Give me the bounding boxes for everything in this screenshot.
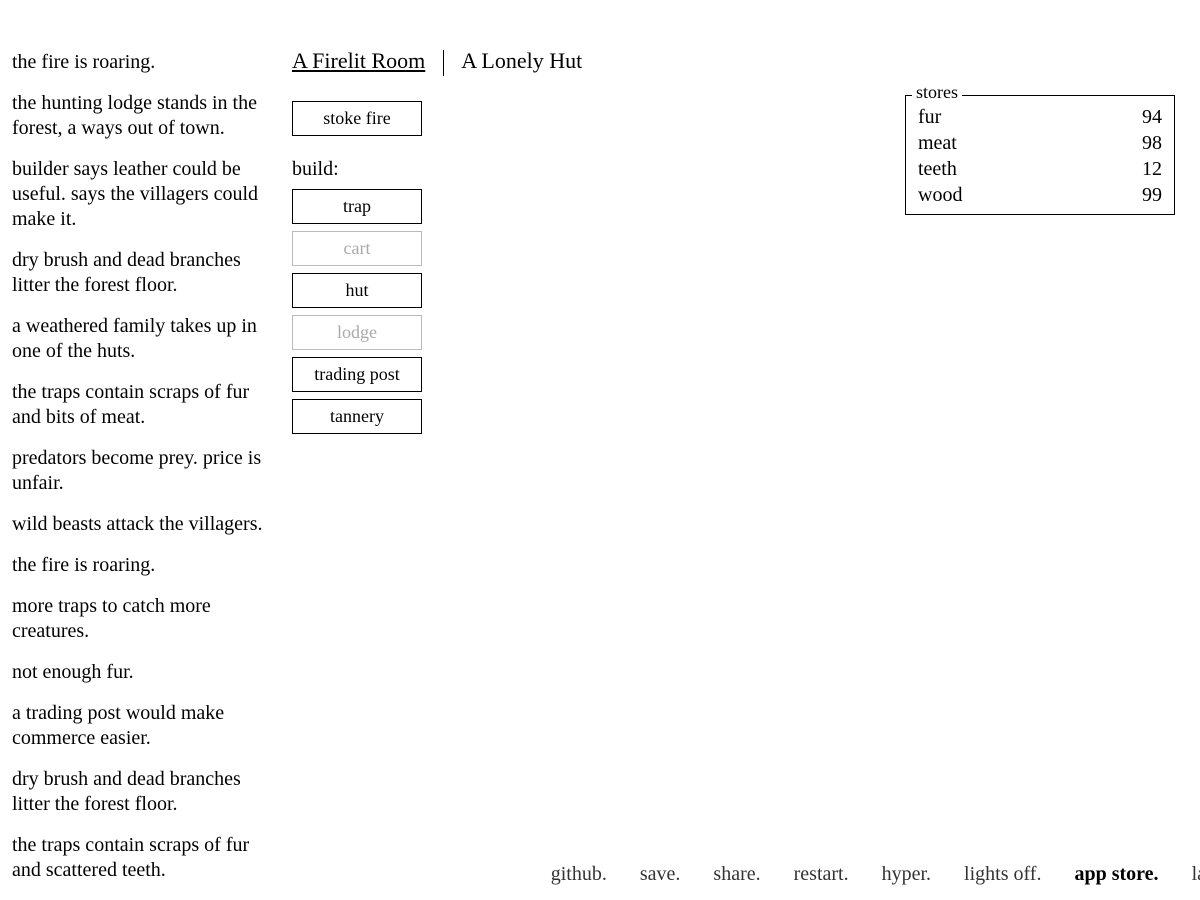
menu-app-store[interactable]: app store. <box>1074 863 1158 886</box>
notification: the fire is roaring. <box>12 50 270 75</box>
notification: a weathered family takes up in one of th… <box>12 314 270 364</box>
store-qty: 98 <box>1142 130 1162 156</box>
notification: not enough fur. <box>12 660 270 685</box>
notification: predators become prey. price is unfair. <box>12 446 270 496</box>
tab-separator <box>443 50 444 76</box>
store-name: meat <box>918 130 957 156</box>
build-cart-button[interactable]: cart <box>292 231 422 266</box>
notification: dry brush and dead branches litter the f… <box>12 767 270 817</box>
store-row: teeth 12 <box>918 156 1162 182</box>
store-qty: 12 <box>1142 156 1162 182</box>
notification-log: the fire is roaring. the hunting lodge s… <box>12 50 270 900</box>
notification: wild beasts attack the villagers. <box>12 512 270 537</box>
stores-panel: stores fur 94 meat 98 teeth 12 wood 99 <box>905 95 1175 215</box>
notification: the traps contain scraps of fur and bits… <box>12 380 270 430</box>
tab-lonely-hut[interactable]: A Lonely Hut <box>461 48 582 74</box>
footer-menu: github. save. share. restart. hyper. lig… <box>0 863 1200 886</box>
store-name: wood <box>918 182 962 208</box>
store-row: wood 99 <box>918 182 1162 208</box>
store-name: fur <box>918 104 941 130</box>
menu-restart[interactable]: restart. <box>794 863 849 886</box>
stores-title: stores <box>912 82 962 103</box>
notification: more traps to catch more creatures. <box>12 594 270 644</box>
menu-github[interactable]: github. <box>551 863 607 886</box>
stoke-fire-button[interactable]: stoke fire <box>292 101 422 136</box>
store-row: fur 94 <box>918 104 1162 130</box>
tab-firelit-room[interactable]: A Firelit Room <box>292 48 425 74</box>
menu-share[interactable]: share. <box>713 863 760 886</box>
game-root: the fire is roaring. the hunting lodge s… <box>0 0 1200 900</box>
store-qty: 94 <box>1142 104 1162 130</box>
menu-hyper[interactable]: hyper. <box>882 863 931 886</box>
notification: the hunting lodge stands in the forest, … <box>12 91 270 141</box>
notification: builder says leather could be useful. sa… <box>12 157 270 232</box>
menu-lights-off[interactable]: lights off. <box>964 863 1041 886</box>
notification: the fire is roaring. <box>12 553 270 578</box>
menu-cut-off[interactable]: la <box>1192 863 1200 886</box>
notification: dry brush and dead branches litter the f… <box>12 248 270 298</box>
store-name: teeth <box>918 156 957 182</box>
store-row: meat 98 <box>918 130 1162 156</box>
build-tannery-button[interactable]: tannery <box>292 399 422 434</box>
build-section-label: build: <box>292 158 892 181</box>
notification: a trading post would make commerce easie… <box>12 701 270 751</box>
build-hut-button[interactable]: hut <box>292 273 422 308</box>
build-lodge-button[interactable]: lodge <box>292 315 422 350</box>
location-tabs: A Firelit Room A Lonely Hut <box>292 48 892 76</box>
main-panel: A Firelit Room A Lonely Hut stoke fire b… <box>292 48 892 441</box>
stores-box: stores fur 94 meat 98 teeth 12 wood 99 <box>905 95 1175 215</box>
menu-save[interactable]: save. <box>640 863 681 886</box>
build-trading-post-button[interactable]: trading post <box>292 357 422 392</box>
store-qty: 99 <box>1142 182 1162 208</box>
build-trap-button[interactable]: trap <box>292 189 422 224</box>
